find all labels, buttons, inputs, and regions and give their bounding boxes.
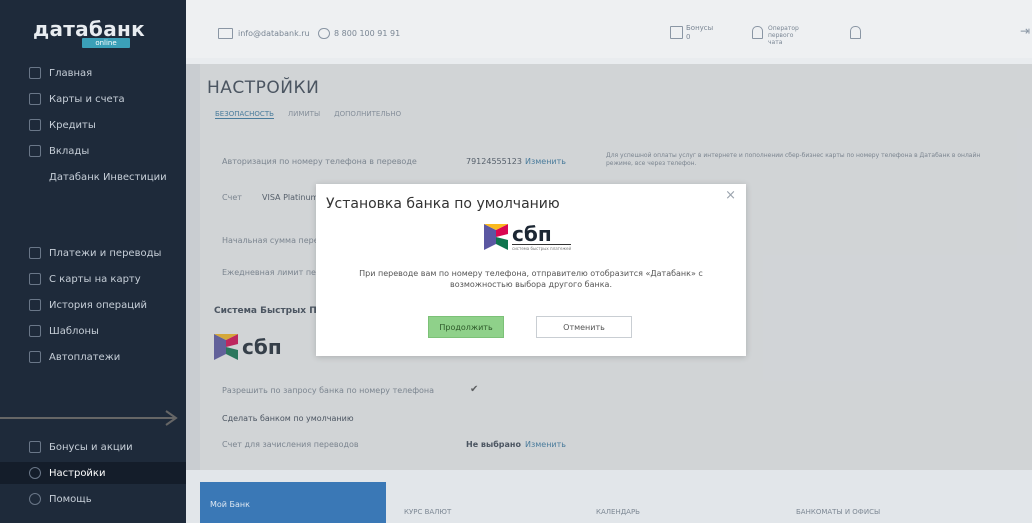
- sbp-logo-dialog: сбп система быстрых платежей: [484, 220, 572, 254]
- sidebar-item-credits[interactable]: Кредиты: [0, 114, 186, 136]
- sidebar-item-label: История операций: [49, 299, 148, 311]
- deposit-icon: [29, 145, 41, 157]
- phone-icon: [318, 28, 330, 39]
- mail-icon: [218, 28, 233, 39]
- bank-logo-badge: online: [82, 38, 130, 48]
- user-icon[interactable]: [850, 26, 861, 39]
- sidebar-item-label: Настройки: [49, 467, 106, 479]
- sbp-wordmark: сбп: [512, 221, 552, 246]
- sidebar: датабанк online Главная Карты и счета Кр…: [0, 0, 186, 523]
- home-icon: [29, 67, 41, 79]
- bottom-item-rates[interactable]: КУРС ВАЛЮТ: [404, 508, 451, 516]
- sidebar-item-history[interactable]: История операций: [0, 294, 186, 316]
- sidebar-item-label: Главная: [49, 67, 93, 79]
- sbp-caption: система быстрых платежей: [512, 243, 572, 251]
- sidebar-item-label: Автоплатежи: [49, 351, 121, 363]
- sidebar-item-autopay[interactable]: Автоплатежи: [0, 346, 186, 368]
- bottom-item-calendar[interactable]: КАЛЕНДАРЬ: [596, 508, 640, 516]
- sbp-wordmark-block: сбп система быстрых платежей: [512, 221, 572, 251]
- gear-icon: [29, 467, 41, 479]
- sidebar-item-label: Датабанк Инвестиции: [49, 171, 167, 183]
- sidebar-item-label: Карты и счета: [49, 93, 125, 105]
- top-bar: [186, 0, 1032, 58]
- sidebar-item-deposits[interactable]: Вклады: [0, 140, 186, 162]
- sidebar-item-settings[interactable]: Настройки: [0, 462, 186, 484]
- sidebar-item-payments[interactable]: Платежи и переводы: [0, 242, 186, 264]
- dialog-title: Установка банка по умолчанию: [326, 196, 560, 212]
- star-icon: [29, 325, 41, 337]
- sidebar-item-label: Платежи и переводы: [49, 247, 162, 259]
- support-phone[interactable]: 8 800 100 91 91: [334, 29, 400, 38]
- logout-icon[interactable]: ⇥: [1020, 24, 1030, 38]
- promo-label: Мой Банк: [210, 500, 250, 509]
- bell-icon[interactable]: [752, 26, 763, 39]
- sidebar-item-home[interactable]: Главная: [0, 62, 186, 84]
- gift-icon: [29, 441, 41, 453]
- sidebar-item-label: Шаблоны: [49, 325, 99, 337]
- default-bank-dialog: Установка банка по умолчанию × сбп систе…: [316, 184, 746, 356]
- close-icon[interactable]: ×: [725, 188, 736, 203]
- sidebar-item-label: Кредиты: [49, 119, 96, 131]
- sbp-icon: [484, 224, 508, 250]
- sidebar-item-label: Бонусы и акции: [49, 441, 133, 453]
- sidebar-item-help[interactable]: Помощь: [0, 488, 186, 510]
- sidebar-item-investments[interactable]: Датабанк Инвестиции: [0, 166, 186, 188]
- chat-label[interactable]: Оператор первого чата: [768, 25, 808, 46]
- cancel-button[interactable]: Отменить: [536, 316, 632, 338]
- bonus-label[interactable]: Бонусы: [686, 24, 713, 32]
- sidebar-item-card-to-card[interactable]: С карты на карту: [0, 268, 186, 290]
- bonus-icon: [670, 26, 683, 39]
- card-icon: [29, 93, 41, 105]
- history-icon: [29, 299, 41, 311]
- sidebar-item-bonuses[interactable]: Бонусы и акции: [0, 436, 186, 458]
- sidebar-item-label: Вклады: [49, 145, 90, 157]
- sidebar-item-label: Помощь: [49, 493, 92, 505]
- annotation-arrow: [0, 410, 178, 426]
- payment-icon: [29, 247, 41, 259]
- sidebar-item-templates[interactable]: Шаблоны: [0, 320, 186, 342]
- sidebar-item-cards[interactable]: Карты и счета: [0, 88, 186, 110]
- help-icon: [29, 493, 41, 505]
- sidebar-item-label: С карты на карту: [49, 273, 141, 285]
- bottom-item-atms[interactable]: БАНКОМАТЫ И ОФИСЫ: [796, 508, 880, 516]
- dialog-message: При переводе вам по номеру телефона, отп…: [359, 269, 703, 289]
- continue-button[interactable]: Продолжить: [428, 316, 504, 338]
- credit-icon: [29, 119, 41, 131]
- support-email[interactable]: info@databank.ru: [238, 29, 310, 38]
- autopay-icon: [29, 351, 41, 363]
- bonus-count: 0: [686, 33, 691, 41]
- transfer-icon: [29, 273, 41, 285]
